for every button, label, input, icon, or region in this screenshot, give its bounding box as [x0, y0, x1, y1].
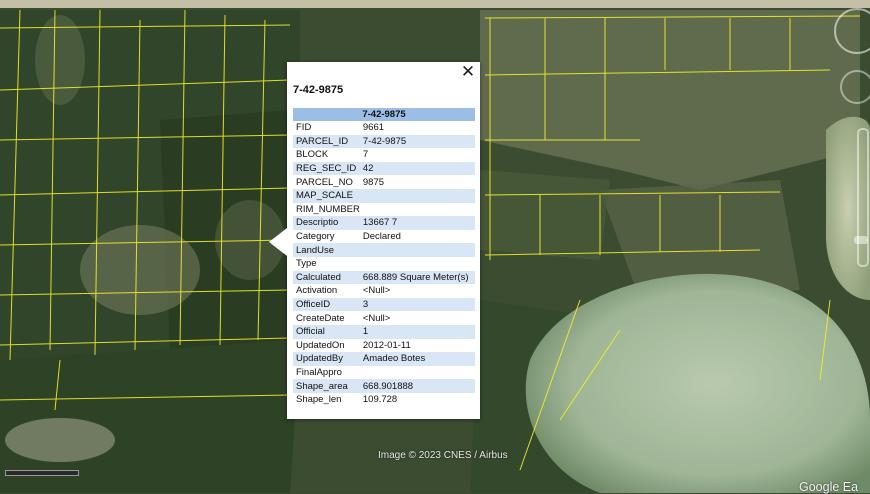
imagery-credit: Image © 2023 CNES / Airbus: [378, 450, 508, 461]
balloon-pointer: [269, 228, 287, 256]
attribute-key: FinalAppro: [296, 366, 342, 378]
attribute-key: Shape_area: [293, 379, 360, 393]
attribute-key: PARCEL_ID: [293, 134, 360, 149]
attribute-key: LandUse: [293, 243, 360, 257]
attribute-key: CreateDate: [296, 312, 345, 324]
attribute-value: 9661: [362, 122, 385, 134]
attribute-value: [360, 366, 475, 380]
attribute-row: Shape_len 109.728: [293, 393, 475, 407]
attribute-value: 1: [359, 324, 475, 339]
attribute-value: 3: [359, 297, 475, 312]
attribute-value: [359, 243, 475, 257]
attribute-key: Official: [293, 324, 360, 339]
attribute-value: [359, 188, 475, 203]
attribute-key: MAP_SCALE: [293, 188, 360, 203]
attribute-value: 668.901888: [359, 379, 475, 393]
attribute-row: MAP_SCALE: [293, 188, 475, 203]
attribute-table-header: 7-42-9875: [293, 108, 475, 121]
attribute-key: FID: [296, 122, 312, 134]
attribute-row: PARCEL_NO 9875: [293, 175, 475, 189]
attribute-row: Descriptio 13667 7: [293, 216, 475, 230]
attribute-value: <Null>: [362, 285, 391, 297]
attribute-row: BLOCK 7: [293, 148, 475, 162]
attribute-value: Amadeo Botes: [359, 352, 475, 366]
attribute-value: [360, 257, 475, 271]
attribute-row: LandUse: [293, 243, 475, 257]
balloon-title: 7-42-9875: [293, 84, 344, 96]
attribute-row: Calculated 668.889 Square Meter(s): [293, 270, 475, 285]
google-earth-logo: Google Ea: [799, 480, 859, 494]
attribute-value: 109.728: [362, 394, 398, 406]
attribute-row: UpdatedOn 2012-01-11: [293, 339, 475, 353]
attribute-key: Type: [296, 258, 317, 270]
attribute-row: REG_SEC_ID 42: [293, 161, 475, 176]
close-icon[interactable]: ✕: [459, 63, 477, 81]
attribute-row: CreateDate <Null>: [293, 311, 475, 325]
attribute-key: Category: [296, 231, 335, 243]
attribute-value: 2012-01-11: [362, 339, 411, 351]
attribute-row: PARCEL_ID 7-42-9875: [293, 134, 475, 149]
attribute-key: Calculated: [293, 270, 360, 285]
attribute-row: Type: [293, 257, 475, 271]
attribute-value: 668.889 Square Meter(s): [359, 270, 475, 285]
attribute-table: 7-42-9875 FID 9661 PARCEL_ID 7-42-9875 BLOCK…: [293, 108, 475, 406]
attribute-key: UpdatedOn: [296, 339, 345, 351]
look-around-icon[interactable]: [840, 70, 870, 104]
attribute-key: Activation: [296, 285, 338, 297]
attribute-value: 42: [359, 161, 475, 176]
attribute-value: 13667 7: [359, 216, 475, 230]
attribute-row: RIM_NUMBER: [293, 203, 475, 217]
zoom-slider-knob[interactable]: [854, 236, 868, 244]
attribute-row: UpdatedBy Amadeo Botes: [293, 352, 475, 366]
attribute-value: [360, 203, 475, 217]
attribute-row: Official 1: [293, 324, 475, 339]
attribute-row: FID 9661: [293, 121, 475, 135]
attribute-key: PARCEL_NO: [296, 176, 353, 188]
attribute-key: OfficeID: [293, 297, 360, 312]
attribute-row: FinalAppro: [293, 366, 475, 380]
zoom-slider[interactable]: [857, 128, 869, 267]
attribute-row: OfficeID 3: [293, 297, 475, 312]
attribute-value: 7-42-9875: [359, 134, 475, 149]
attribute-row: Activation <Null>: [293, 284, 475, 298]
attribute-key: RIM_NUMBER: [296, 203, 360, 215]
attribute-key: BLOCK: [296, 149, 329, 161]
attribute-key: Shape_len: [296, 394, 342, 406]
parcel-info-balloon: ✕ 7-42-9875 7-42-9875 FID 9661 PARCEL_ID 7-…: [269, 62, 480, 419]
scale-bar: [5, 470, 79, 476]
attribute-value: <Null>: [362, 312, 391, 324]
attribute-key: Descriptio: [293, 216, 360, 230]
attribute-row: Shape_area 668.901888: [293, 379, 475, 393]
attribute-row: Category Declared: [293, 230, 475, 244]
attribute-key: UpdatedBy: [293, 352, 360, 366]
attribute-value: 7: [362, 149, 369, 161]
attribute-key: REG_SEC_ID: [293, 161, 360, 176]
attribute-value: Declared: [362, 231, 401, 243]
attribute-value: 9875: [362, 176, 385, 188]
